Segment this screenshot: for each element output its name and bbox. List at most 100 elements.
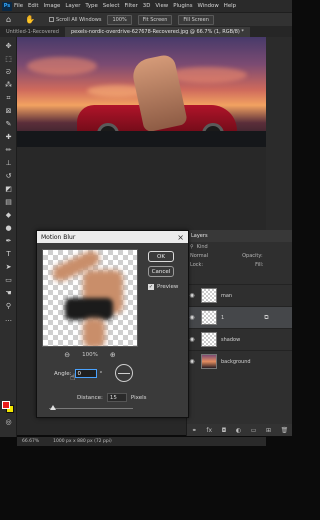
layer-thumbnail [201, 354, 217, 369]
hand-tool-icon[interactable]: ✋ [25, 15, 35, 24]
preview-checkbox[interactable]: ✓ [148, 284, 154, 290]
link-layers-icon[interactable]: ⚭ [192, 427, 197, 434]
menu-help[interactable]: Help [224, 3, 236, 9]
move-tool-icon[interactable]: ✥ [3, 41, 14, 51]
cancel-button[interactable]: Cancel [148, 266, 174, 277]
layer-row-1[interactable]: ◉ 1 ⧉ [187, 306, 292, 328]
hand-cursor-icon: ☝ [70, 373, 76, 383]
lasso-tool-icon[interactable]: ᘐ [3, 67, 14, 77]
sky-cloud [27, 57, 97, 75]
menu-type[interactable]: Type [85, 3, 97, 9]
pen-tool-icon[interactable]: ✒ [3, 236, 14, 246]
layer-thumbnail [201, 332, 217, 347]
history-brush-tool-icon[interactable]: ↺ [3, 171, 14, 181]
menu-window[interactable]: Window [198, 3, 219, 9]
eyedropper-tool-icon[interactable]: ✎ [3, 119, 14, 129]
menu-image[interactable]: Image [43, 3, 60, 9]
menu-layer[interactable]: Layer [65, 3, 80, 9]
layers-panel: Layers ⚲ Kind Normal Opacity: Lock: Fill… [186, 230, 292, 436]
type-tool-icon[interactable]: T [3, 249, 14, 259]
blur-tool-icon[interactable]: ◆ [3, 210, 14, 220]
zoom-tool-icon[interactable]: ⚲ [3, 301, 14, 311]
dodge-tool-icon[interactable]: ● [3, 223, 14, 233]
foreground-color-swatch[interactable] [2, 401, 10, 409]
menu-file[interactable]: File [14, 3, 23, 9]
fill-screen-button[interactable]: Fill Screen [178, 14, 214, 25]
blurred-shorts [65, 298, 113, 320]
layers-panel-tab[interactable]: Layers [187, 230, 292, 242]
menu-view[interactable]: View [155, 3, 168, 9]
new-layer-icon[interactable]: ⊞ [266, 427, 271, 434]
lock-label: Lock: [190, 261, 204, 268]
layer-row-background[interactable]: ◉ background [187, 350, 292, 372]
fit-screen-button[interactable]: Fit Screen [137, 14, 173, 25]
delete-layer-icon[interactable]: 🗑 [281, 427, 289, 434]
angle-dial[interactable] [115, 364, 133, 382]
healing-brush-tool-icon[interactable]: ✚ [3, 132, 14, 142]
distance-label: Distance: [77, 394, 103, 401]
filter-preview[interactable] [42, 249, 138, 347]
blend-mode-select[interactable]: Normal [190, 253, 208, 259]
layer-row-shadow[interactable]: ◉ shadow [187, 328, 292, 350]
distance-slider-track[interactable] [49, 408, 133, 409]
new-group-icon[interactable]: ▭ [251, 427, 257, 434]
distance-row: Distance: 15 Pixels [77, 393, 147, 402]
ok-button[interactable]: OK [148, 251, 174, 262]
crop-tool-icon[interactable]: ⌗ [3, 93, 14, 103]
preview-zoom-row: ⊖ 100% ⊕ [42, 350, 138, 360]
close-icon[interactable]: × [177, 233, 184, 242]
layer-name: 1 [221, 314, 225, 321]
gradient-tool-icon[interactable]: ▤ [3, 197, 14, 207]
zoom-in-icon[interactable]: ⊕ [110, 351, 116, 359]
options-bar: ⌂ ✋ Scroll All Windows 100% Fit Screen F… [0, 12, 292, 26]
document-tabs: Untitled-1-Recovered pexels-nordic-overd… [0, 26, 292, 37]
angle-row: Angle: 0 ° [54, 369, 102, 378]
fill-label: Fill: [255, 261, 264, 268]
adjustment-layer-icon[interactable]: ◐ [236, 427, 241, 434]
more-tools-icon[interactable]: … [3, 314, 14, 324]
layers-panel-footer: ⚭ fx ◘ ◐ ▭ ⊞ 🗑 [187, 424, 292, 436]
menu-select[interactable]: Select [103, 3, 120, 9]
app-window: Ps File Edit Image Layer Type Select Fil… [0, 0, 292, 520]
layer-thumbnail [201, 310, 217, 325]
layer-row-man[interactable]: ◉ man [187, 284, 292, 306]
preview-zoom-level: 100% [82, 352, 98, 358]
menu-3d[interactable]: 3D [143, 3, 151, 9]
smart-object-icon: ⧉ [264, 313, 269, 321]
status-zoom[interactable]: 66.67% [22, 439, 39, 444]
dialog-title: Motion Blur [41, 233, 76, 241]
document-image[interactable] [17, 37, 266, 147]
marquee-tool-icon[interactable]: ⬚ [3, 54, 14, 64]
distance-input[interactable]: 15 [106, 393, 127, 402]
add-mask-icon[interactable]: ◘ [222, 427, 227, 434]
hand-tool-icon[interactable]: ☚ [3, 288, 14, 298]
angle-input[interactable]: 0 [74, 369, 97, 378]
preview-label: Preview [157, 284, 179, 290]
brush-tool-icon[interactable]: ✏ [3, 145, 14, 155]
quick-select-tool-icon[interactable]: ⁂ [3, 80, 14, 90]
dialog-titlebar: Motion Blur × [37, 231, 188, 243]
quick-mask-icon[interactable]: ◎ [3, 417, 14, 427]
menu-plugins[interactable]: Plugins [173, 3, 192, 9]
tab-active-document[interactable]: pexels-nordic-overdrive-627678-Recovered… [64, 27, 250, 37]
panel-dock [266, 37, 292, 230]
eraser-tool-icon[interactable]: ◩ [3, 184, 14, 194]
frame-tool-icon[interactable]: ⊠ [3, 106, 14, 116]
status-bar: 66.67% 1000 px x 880 px (72 ppi) [17, 437, 266, 446]
zoom-out-icon[interactable]: ⊖ [64, 351, 70, 359]
home-icon[interactable]: ⌂ [6, 15, 11, 24]
clone-stamp-tool-icon[interactable]: ⊥ [3, 158, 14, 168]
tab-untitled[interactable]: Untitled-1-Recovered [0, 27, 65, 37]
scroll-all-windows-checkbox[interactable] [49, 17, 55, 22]
motion-blur-dialog: Motion Blur × ⊖ 100% ⊕ OK Cancel ✓ Previ… [36, 230, 189, 418]
menu-edit[interactable]: Edit [28, 3, 38, 9]
rectangle-tool-icon[interactable]: ▭ [3, 275, 14, 285]
path-selection-tool-icon[interactable]: ➤ [3, 262, 14, 272]
menu-filter[interactable]: Filter [124, 3, 137, 9]
status-doc-size: 1000 px x 880 px (72 ppi) [53, 439, 112, 444]
zoom-100-button[interactable]: 100% [107, 14, 132, 25]
layer-filter-kind[interactable]: Kind [197, 244, 208, 250]
distance-slider-thumb[interactable] [50, 405, 56, 410]
fx-icon[interactable]: fx [206, 427, 212, 434]
menu-bar: Ps File Edit Image Layer Type Select Fil… [0, 0, 292, 12]
